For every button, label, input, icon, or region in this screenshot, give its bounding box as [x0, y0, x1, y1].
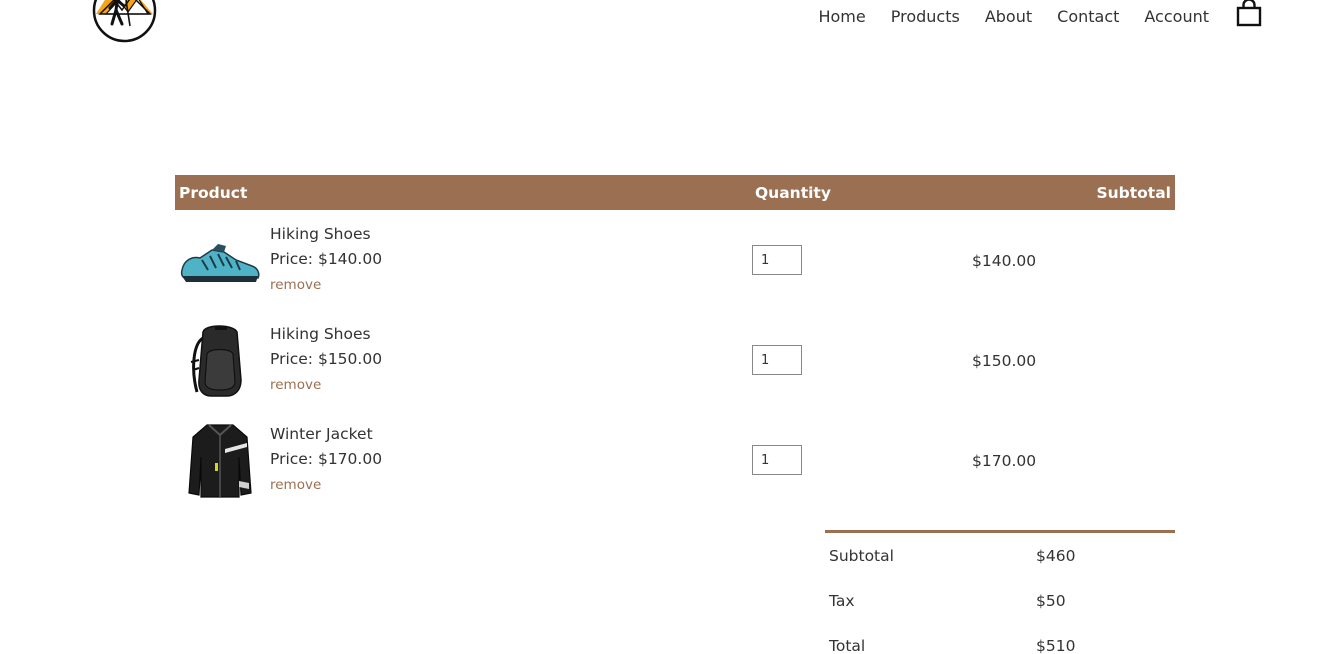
header-product: Product [175, 175, 751, 210]
product-name: Hiking Shoes [270, 225, 371, 243]
winter-jacket-image [175, 415, 265, 505]
product-name: Hiking Shoes [270, 325, 371, 343]
order-totals: Subtotal $460 Tax $50 Total $510 [825, 530, 1175, 654]
nav-link-contact[interactable]: Contact [1057, 7, 1119, 26]
quantity-cell [751, 410, 966, 510]
nav-link-home[interactable]: Home [818, 7, 865, 26]
remove-link[interactable]: remove [270, 277, 321, 293]
subtotal-cell: $140.00 [966, 210, 1175, 310]
hiking-shoe-image [175, 215, 265, 305]
quantity-cell [751, 310, 966, 410]
table-row: Hiking Shoes Price: $150.00 remove $150.… [175, 310, 1175, 410]
product-cell: Winter Jacket Price: $170.00 remove [175, 410, 751, 510]
backpack-image [175, 315, 265, 405]
cart-table-header: Product Quantity Subtotal [175, 175, 1175, 210]
table-row: Hiking Shoes Price: $140.00 remove $140.… [175, 210, 1175, 310]
nav-link-about[interactable]: About [985, 7, 1032, 26]
table-row: Winter Jacket Price: $170.00 remove $170… [175, 410, 1175, 510]
product-price: Price: $150.00 [270, 350, 383, 368]
totals-tax-value: $50 [1036, 591, 1066, 610]
totals-row-tax: Tax $50 [825, 578, 1175, 623]
row-subtotal: $170.00 [972, 451, 1037, 470]
totals-subtotal-value: $460 [1036, 546, 1076, 565]
totals-tax-label: Tax [829, 591, 855, 610]
row-subtotal: $140.00 [972, 251, 1037, 270]
navbar: Home Products About Contact Account [0, 0, 1344, 50]
totals-subtotal-label: Subtotal [829, 546, 894, 565]
shopping-bag-icon[interactable] [1236, 0, 1262, 27]
product-name: Winter Jacket [270, 425, 373, 443]
nav-links: Home Products About Contact Account [818, 0, 1262, 32]
product-price: Price: $140.00 [270, 250, 383, 268]
cart-table: Product Quantity Subtotal Hiking Shoes P… [175, 175, 1175, 510]
row-subtotal: $150.00 [972, 351, 1037, 370]
totals-row-subtotal: Subtotal $460 [825, 533, 1175, 578]
remove-link[interactable]: remove [270, 377, 321, 393]
quantity-input[interactable] [752, 245, 802, 275]
totals-row-total: Total $510 [825, 623, 1175, 654]
subtotal-cell: $170.00 [966, 410, 1175, 510]
nav-link-account[interactable]: Account [1144, 7, 1209, 26]
product-cell: Hiking Shoes Price: $150.00 remove [175, 310, 751, 410]
subtotal-cell: $150.00 [966, 310, 1175, 410]
quantity-cell [751, 210, 966, 310]
quantity-input[interactable] [752, 445, 802, 475]
header-quantity: Quantity [751, 175, 966, 210]
totals-total-label: Total [829, 636, 866, 654]
product-cell: Hiking Shoes Price: $140.00 remove [175, 210, 751, 310]
quantity-input[interactable] [752, 345, 802, 375]
product-price: Price: $170.00 [270, 450, 383, 468]
remove-link[interactable]: remove [270, 477, 321, 493]
hiker-mountain-logo[interactable] [92, 0, 157, 43]
header-subtotal: Subtotal [966, 175, 1175, 210]
nav-link-products[interactable]: Products [891, 7, 960, 26]
totals-total-value: $510 [1036, 636, 1076, 654]
